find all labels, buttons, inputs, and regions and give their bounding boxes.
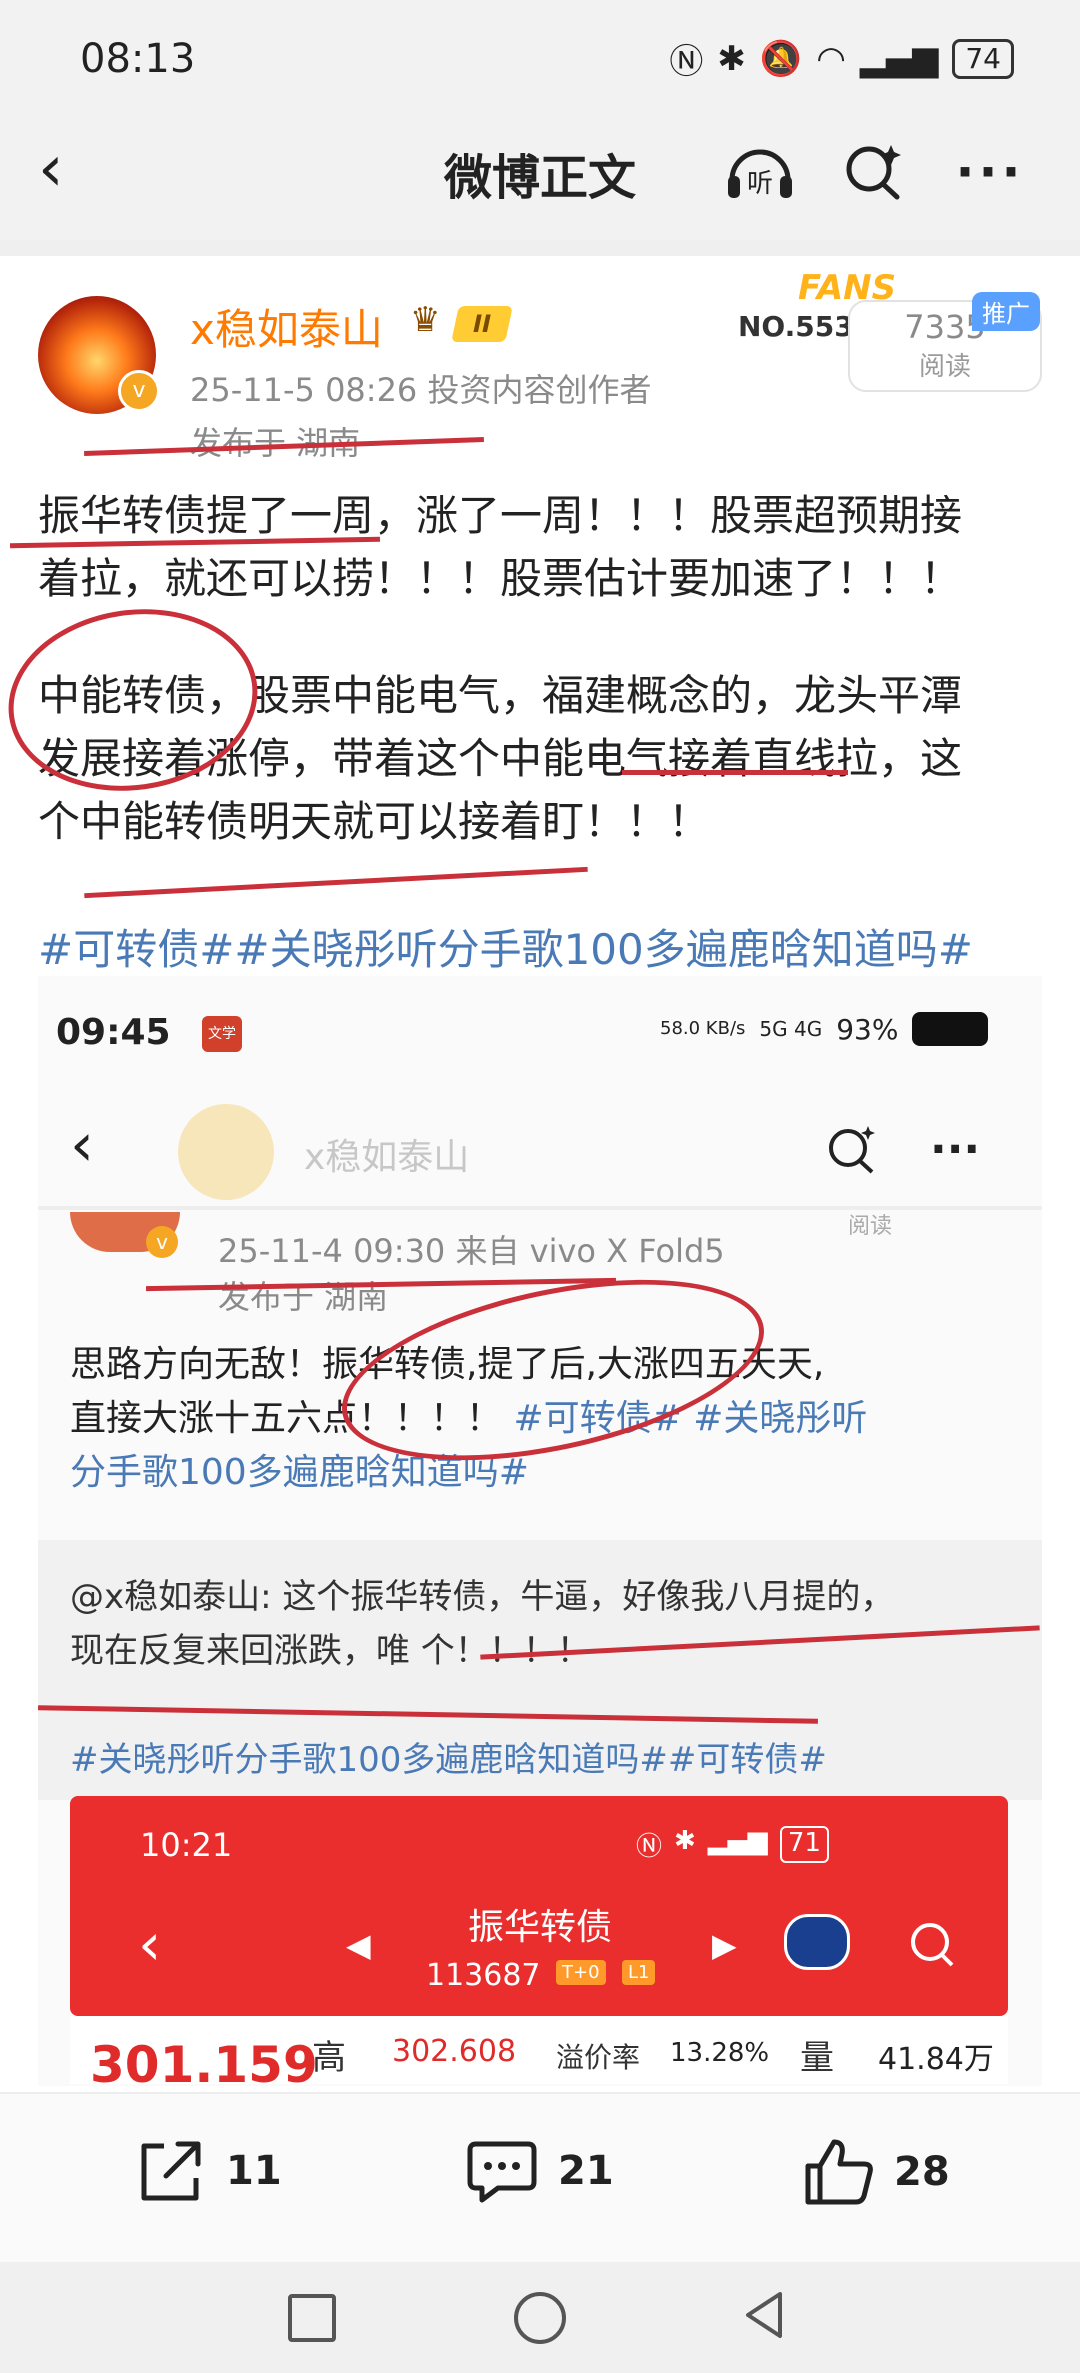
like-button[interactable]: 28 <box>800 2136 950 2208</box>
page-title: 微博正文 <box>443 150 636 206</box>
card-search-icon <box>906 1918 958 1974</box>
post-meta: 25-11-5 08:26 投资内容创作者 <box>190 371 652 409</box>
embedded-back-icon: ‹ <box>70 1110 94 1180</box>
card-nfc-icon: Ⓝ <box>636 1832 663 1862</box>
signal-icon: ▂▄▆ <box>859 38 939 79</box>
post-location: 发布于 湖南 <box>190 424 361 462</box>
level-badge: II <box>451 306 513 342</box>
embedded-network: 5G 4G <box>759 1017 823 1041</box>
status-icons: Ⓝ ✱ 🔕 ◠ ▂▄▆ 74 <box>669 34 1014 83</box>
crown-icon: ♛ <box>410 300 441 340</box>
share-button[interactable]: 11 <box>134 2136 282 2206</box>
quoted-text-line: 现在反复来回涨跌，唯 个！！！！ <box>70 1631 591 1671</box>
comment-button[interactable]: 21 <box>464 2136 614 2206</box>
more-icon[interactable]: ··· <box>952 134 1028 210</box>
share-count: 11 <box>226 2148 282 2194</box>
card-signal-icon: ▂▄▆ <box>707 1826 768 1856</box>
wifi-icon: ◠ <box>816 38 846 79</box>
embedded-author: x稳如泰山 <box>304 1137 470 1178</box>
post-topics[interactable]: #可转债##关晓彤听分手歌100多遍鹿晗知道吗# <box>38 916 973 977</box>
share-icon <box>141 2141 201 2201</box>
listen-icon[interactable]: 听 <box>722 134 798 210</box>
bluetooth-icon: ✱ <box>717 38 746 79</box>
search-icon[interactable] <box>836 134 912 210</box>
header-divider <box>0 240 1080 256</box>
card-time: 10:21 <box>140 1826 233 1864</box>
promo-badge[interactable]: 推广 <box>972 292 1040 331</box>
embedded-avatar <box>178 1104 274 1200</box>
card-badge: T+0 <box>556 1960 606 1985</box>
embedded-battery: 93% <box>836 1012 899 1046</box>
premium-value: 13.28% <box>670 2038 770 2068</box>
volume-label: 量 <box>800 2038 834 2078</box>
like-count: 28 <box>894 2149 950 2195</box>
embedded-time: 09:45 <box>56 1012 171 1053</box>
post-text-line: 中能转债，股票中能电气，福建概念的，龙头平潭 <box>38 671 963 720</box>
premium-label: 溢价率 <box>556 2041 641 2074</box>
card-bluetooth-icon: ✱ <box>674 1826 696 1856</box>
post-text-line: 发展接着涨停，带着这个中能电气接着直线拉，这 <box>38 734 963 783</box>
embedded-views-label: 阅读 <box>848 1214 893 1239</box>
embedded-search-icon <box>824 1122 880 1182</box>
embedded-meta: 25-11-4 09:30 来自 vivo X Fold5 <box>218 1232 725 1270</box>
mute-icon: 🔕 <box>759 38 803 79</box>
post-text-line: 振华转债提了一周，涨了一周！！！股票超预期接 <box>38 491 963 540</box>
home-icon[interactable] <box>514 2292 566 2344</box>
recents-icon[interactable] <box>288 2294 336 2342</box>
embedded-location: 发布于 湖南 <box>218 1278 389 1316</box>
high-value: 302.608 <box>392 2034 517 2069</box>
card-battery: 71 <box>779 1826 829 1863</box>
embedded-app-badge: 文学 <box>202 1016 242 1052</box>
robot-icon <box>784 1914 850 1970</box>
battery-indicator: 74 <box>952 38 1014 79</box>
annotation-underline <box>84 866 588 899</box>
battery-icon <box>912 1012 989 1046</box>
post-text-line: 个中能转债明天就可以接着盯！！！ <box>38 797 711 846</box>
embedded-text-line: 思路方向无敌！振华转债,提了后,大涨四五天天, <box>70 1344 825 1385</box>
comment-count: 21 <box>558 2148 614 2194</box>
high-label: 高 <box>312 2038 346 2078</box>
embedded-more-icon: ··· <box>930 1124 981 1175</box>
post-text-line: 着拉，就还可以捞！！！股票估计要加速了！！！ <box>38 554 963 603</box>
nav-back-icon[interactable] <box>742 2290 788 2344</box>
embedded-status: 58.0 KB/s 5G 4G 93% <box>660 1012 989 1046</box>
embedded-text-line: 直接大涨十五六点！！！！ #可转债# #关晓彤听 <box>70 1398 868 1439</box>
author-name[interactable]: x稳如泰山 <box>190 296 383 357</box>
verified-icon: v <box>118 370 160 412</box>
embedded-verified-icon: v <box>146 1226 178 1258</box>
card-next-icon: ▶ <box>712 1926 737 1964</box>
comment-icon <box>467 2141 537 2203</box>
listen-label: 听 <box>747 169 773 199</box>
embedded-net-speed: 58.0 KB/s <box>660 1018 746 1039</box>
embedded-topics: 分手歌100多遍鹿晗知道吗# <box>70 1452 529 1493</box>
volume-value: 41.84万 <box>878 2042 994 2077</box>
quoted-topics: #关晓彤听分手歌100多遍鹿晗知道吗##可转债# <box>70 1740 827 1780</box>
nfc-icon: Ⓝ <box>669 42 704 82</box>
status-time: 08:13 <box>80 36 196 82</box>
card-badge: L1 <box>622 1960 656 1985</box>
quoted-text-line: @x稳如泰山: 这个振华转债，牛逼，好像我八月提的， <box>70 1577 895 1617</box>
views-label: 阅读 <box>918 352 971 382</box>
card-code: 113687 <box>426 1958 541 1993</box>
card-status: Ⓝ ✱ ▂▄▆ 71 <box>636 1826 829 1863</box>
like-icon <box>805 2139 873 2205</box>
card-price: 301.159 <box>90 2036 318 2094</box>
quoted-text: @x稳如泰山: 这个振华转债，牛逼，好像我八月提的， 现在反复来回涨跌，唯 个！… <box>70 1570 1020 1678</box>
